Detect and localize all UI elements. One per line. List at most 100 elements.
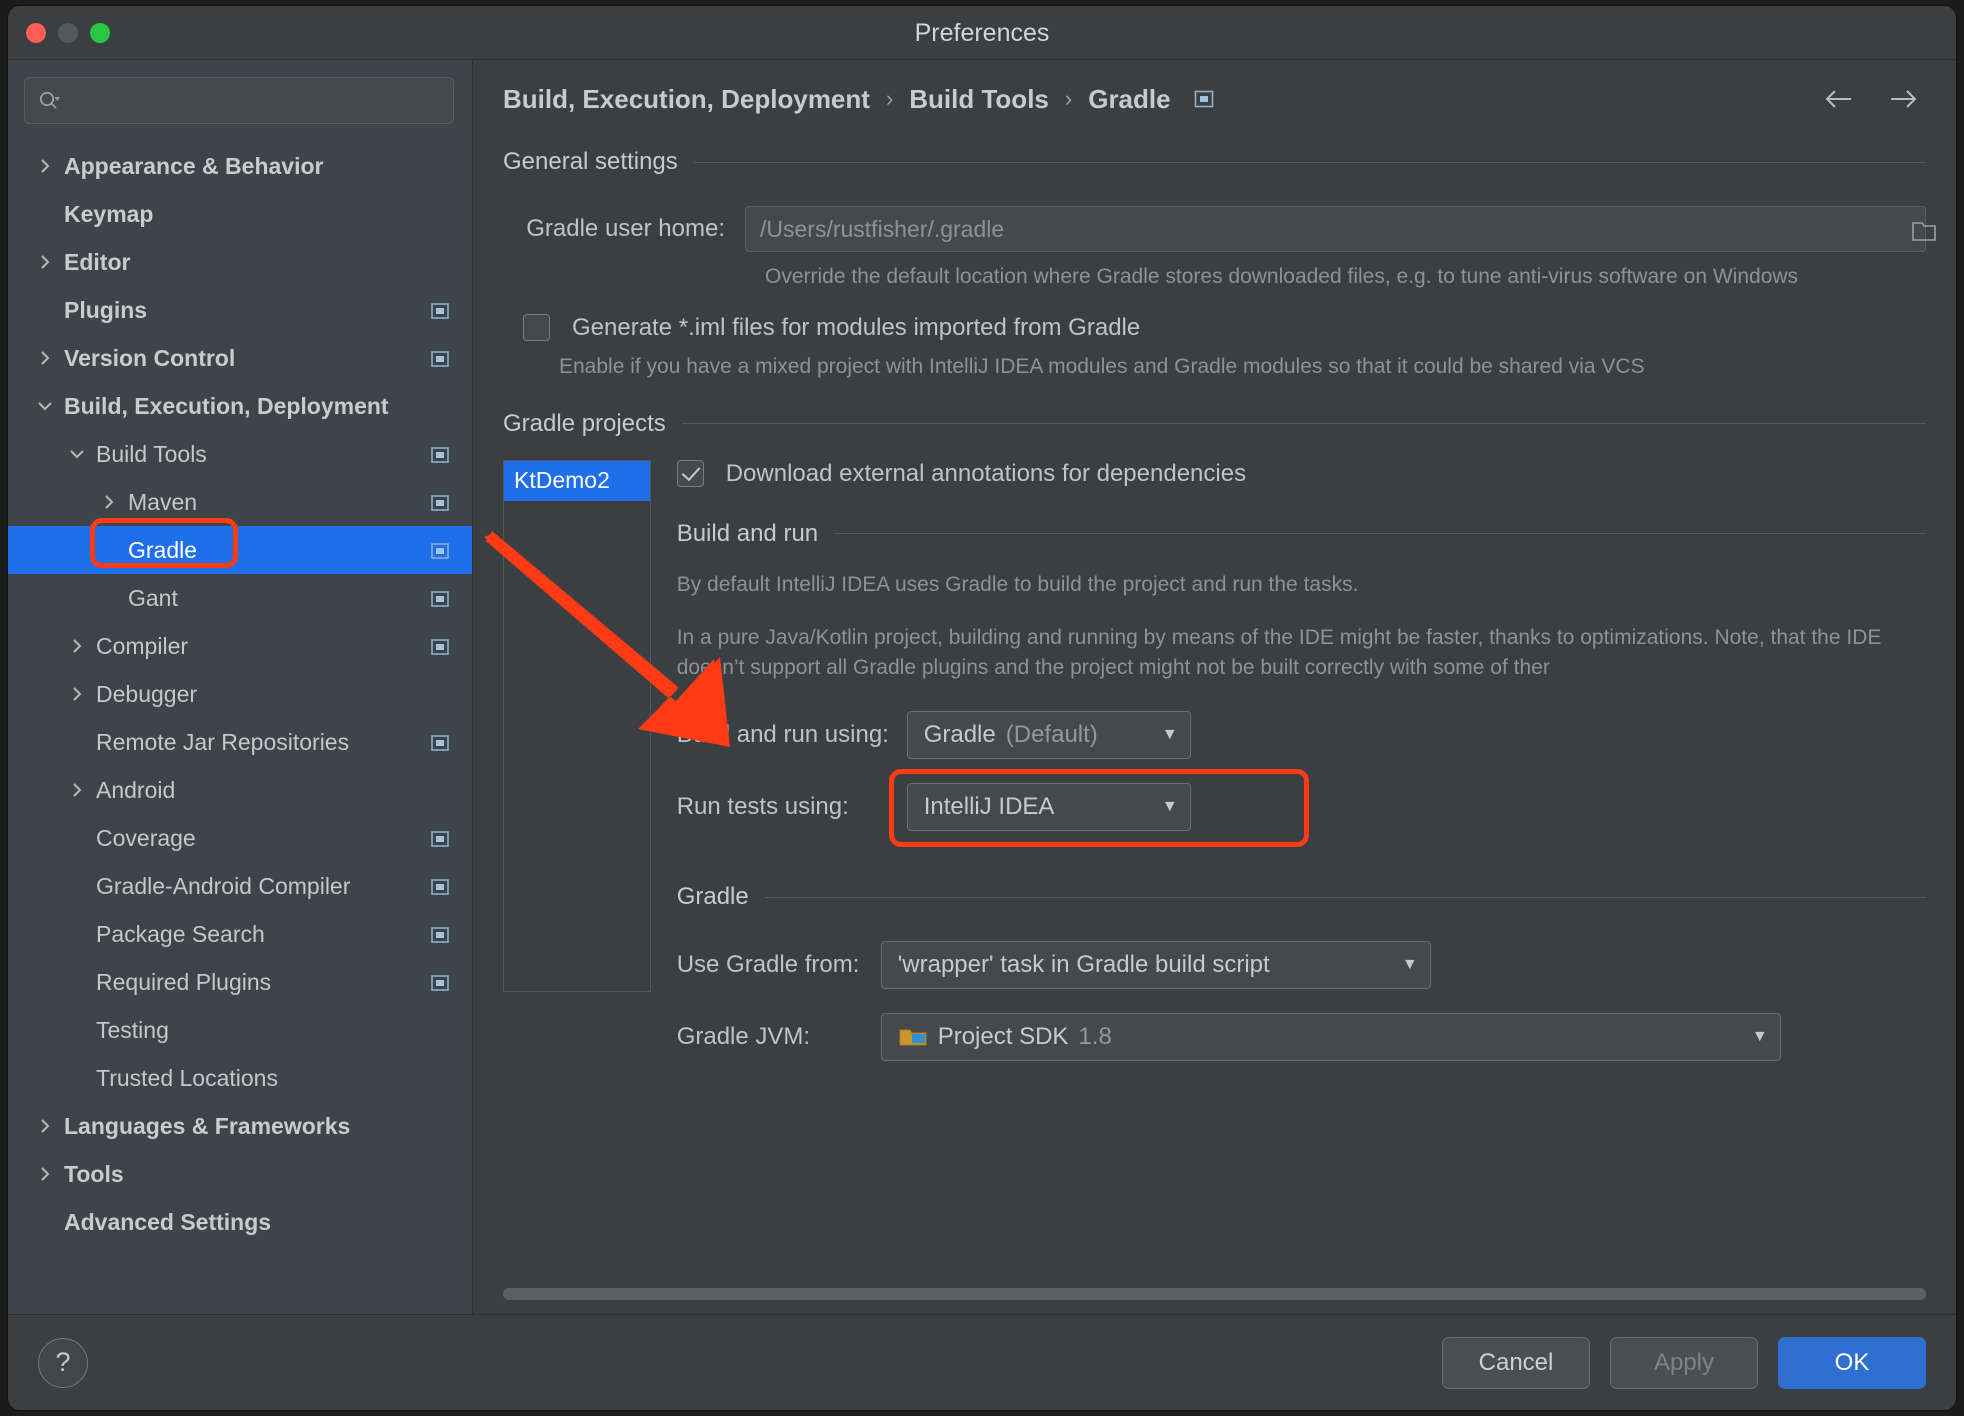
sidebar-item-label: Plugins (64, 297, 147, 324)
gradle-user-home-input[interactable]: /Users/rustfisher/.gradle (745, 206, 1926, 252)
chevron-down-icon[interactable]: ▼ (1162, 798, 1178, 816)
use-gradle-from-dropdown[interactable]: 'wrapper' task in Gradle build script ▼ (881, 941, 1431, 989)
generate-iml-row[interactable]: Generate *.iml files for modules importe… (503, 314, 1926, 342)
gradle-projects-list[interactable]: KtDemo2 (503, 460, 651, 992)
chevron-right-icon[interactable] (34, 347, 56, 369)
arrow-right-icon[interactable] (1886, 82, 1920, 116)
divider (682, 423, 1926, 424)
chevron-down-icon[interactable] (34, 395, 56, 417)
sidebar-item-build-execution-deployment[interactable]: Build, Execution, Deployment (8, 382, 472, 430)
gradle-jvm-value: Project SDK (938, 1023, 1069, 1051)
search-icon (37, 89, 61, 113)
run-tests-using-row: Run tests using: IntelliJ IDEA ▼ (677, 783, 1926, 831)
sidebar-item-android[interactable]: Android (8, 766, 472, 814)
browse-folder-icon[interactable] (1911, 215, 1937, 245)
chevron-right-icon[interactable] (34, 251, 56, 273)
search-input[interactable] (67, 89, 441, 112)
chevron-down-icon[interactable]: ▼ (1402, 956, 1418, 974)
chevron-right-icon[interactable] (66, 683, 88, 705)
breadcrumb-item-0[interactable]: Build, Execution, Deployment (503, 84, 870, 115)
build-run-using-label: Build and run using: (677, 721, 907, 749)
ok-button[interactable]: OK (1778, 1337, 1926, 1389)
sidebar-item-gradle[interactable]: Gradle (8, 526, 472, 574)
sidebar-item-testing[interactable]: Testing (8, 1006, 472, 1054)
sidebar-item-gant[interactable]: Gant (8, 574, 472, 622)
chevron-right-icon[interactable] (98, 491, 120, 513)
chevron-down-icon[interactable]: ▼ (1162, 726, 1178, 744)
divider (765, 897, 1926, 898)
sidebar-item-trusted-locations[interactable]: Trusted Locations (8, 1054, 472, 1102)
project-scope-icon (430, 300, 450, 320)
breadcrumb-item-2[interactable]: Gradle (1088, 84, 1170, 115)
sidebar-item-editor[interactable]: Editor (8, 238, 472, 286)
gradle-projects-title: Gradle projects (503, 410, 666, 438)
search-box[interactable] (24, 77, 454, 124)
cancel-button[interactable]: Cancel (1442, 1337, 1590, 1389)
download-annotations-checkbox[interactable] (677, 460, 704, 487)
breadcrumb-separator: › (886, 86, 893, 112)
settings-content: General settings Gradle user home: /User… (473, 138, 1956, 1314)
window-title: Preferences (8, 19, 1956, 48)
build-run-using-row: Build and run using: Gradle (Default) ▼ (677, 711, 1926, 759)
sidebar-item-label: Coverage (96, 825, 196, 852)
project-scope-icon (430, 876, 450, 896)
gradle-jvm-dropdown[interactable]: Project SDK 1.8 ▼ (881, 1013, 1781, 1061)
chevron-right-icon[interactable] (66, 779, 88, 801)
sidebar-item-compiler[interactable]: Compiler (8, 622, 472, 670)
sidebar-item-advanced-settings[interactable]: Advanced Settings (8, 1198, 472, 1246)
arrow-left-icon[interactable] (1822, 82, 1856, 116)
scrollbar-thumb[interactable] (503, 1288, 1926, 1300)
sidebar-item-build-tools[interactable]: Build Tools (8, 430, 472, 478)
search-container (8, 60, 472, 136)
sidebar-item-label: Languages & Frameworks (64, 1113, 350, 1140)
sidebar-item-tools[interactable]: Tools (8, 1150, 472, 1198)
chevron-right-icon[interactable] (34, 1163, 56, 1185)
build-run-using-suffix: (Default) (1006, 721, 1098, 749)
help-button[interactable]: ? (38, 1338, 88, 1388)
sidebar-item-remote-jar-repositories[interactable]: Remote Jar Repositories (8, 718, 472, 766)
project-scope-icon (430, 348, 450, 368)
build-run-using-dropdown[interactable]: Gradle (Default) ▼ (907, 711, 1191, 759)
build-and-run-header: Build and run (677, 520, 1926, 548)
chevron-right-icon[interactable] (34, 1115, 56, 1137)
list-item[interactable]: KtDemo2 (504, 461, 650, 501)
sidebar-item-maven[interactable]: Maven (8, 478, 472, 526)
generate-iml-checkbox[interactable] (523, 314, 550, 341)
sidebar-item-label: Required Plugins (96, 969, 271, 996)
horizontal-scrollbar[interactable] (503, 1288, 1926, 1300)
preferences-window: Preferences Appearance & BehaviorKeymapE (8, 6, 1956, 1410)
apply-button[interactable]: Apply (1610, 1337, 1758, 1389)
gradle-jvm-version: 1.8 (1078, 1023, 1111, 1051)
gradle-projects-body: KtDemo2 Download external annotations fo… (503, 460, 1926, 1061)
use-gradle-from-row: Use Gradle from: 'wrapper' task in Gradl… (677, 941, 1926, 989)
project-name: KtDemo2 (514, 467, 610, 494)
download-annotations-row[interactable]: Download external annotations for depend… (677, 460, 1926, 488)
sidebar-item-appearance-behavior[interactable]: Appearance & Behavior (8, 142, 472, 190)
chevron-right-icon[interactable] (66, 635, 88, 657)
sidebar-item-label: Tools (64, 1161, 124, 1188)
sidebar-item-label: Package Search (96, 921, 265, 948)
sidebar-item-languages-frameworks[interactable]: Languages & Frameworks (8, 1102, 472, 1150)
sidebar-item-label: Gant (128, 585, 178, 612)
project-scope-icon[interactable] (1193, 88, 1215, 110)
settings-tree[interactable]: Appearance & BehaviorKeymapEditor Plugins… (8, 136, 472, 1314)
build-run-paragraph-2: In a pure Java/Kotlin project, building … (677, 623, 1926, 683)
sidebar-item-version-control[interactable]: Version Control (8, 334, 472, 382)
sidebar-item-keymap[interactable]: Keymap (8, 190, 472, 238)
breadcrumb-item-1[interactable]: Build Tools (909, 84, 1049, 115)
project-scope-icon (430, 972, 450, 992)
breadcrumb-separator: › (1065, 86, 1072, 112)
footer-actions: Cancel Apply OK (1442, 1337, 1926, 1389)
sidebar-item-label: Build, Execution, Deployment (64, 393, 389, 420)
sidebar-item-gradle-android-compiler[interactable]: Gradle-Android Compiler (8, 862, 472, 910)
sidebar-item-plugins[interactable]: Plugins (8, 286, 472, 334)
chevron-down-icon[interactable] (66, 443, 88, 465)
sidebar-item-required-plugins[interactable]: Required Plugins (8, 958, 472, 1006)
sidebar-item-debugger[interactable]: Debugger (8, 670, 472, 718)
project-scope-icon (430, 828, 450, 848)
sidebar-item-package-search[interactable]: Package Search (8, 910, 472, 958)
run-tests-using-dropdown[interactable]: IntelliJ IDEA ▼ (907, 783, 1191, 831)
chevron-down-icon[interactable]: ▼ (1752, 1028, 1768, 1046)
chevron-right-icon[interactable] (34, 155, 56, 177)
sidebar-item-coverage[interactable]: Coverage (8, 814, 472, 862)
